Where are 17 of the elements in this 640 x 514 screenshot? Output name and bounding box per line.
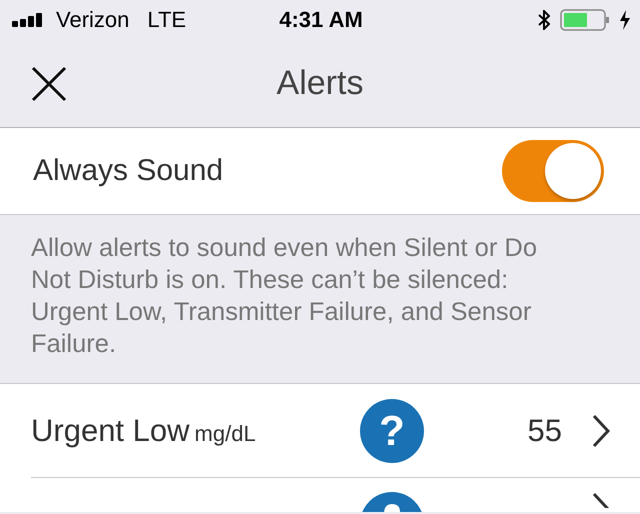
setting-label: Always Sound: [33, 154, 224, 188]
close-icon[interactable]: [31, 66, 67, 102]
charging-icon: [620, 10, 630, 30]
screen-title: Alerts: [276, 64, 364, 103]
bluetooth-icon: [538, 10, 550, 30]
carrier-name: Verizon: [56, 7, 130, 33]
description-text: Allow alerts to sound even when Silent or Do Not Disturb is on. These can’t be silenced: Urgent Low, Transmitter Failure, and Sensor Failure.: [31, 233, 538, 360]
network-type: LTE: [147, 7, 186, 33]
unit-label: mg/dL: [194, 420, 256, 446]
help-button[interactable]: ?: [360, 398, 424, 462]
help-icon[interactable]: [360, 492, 424, 512]
chevron-icon[interactable]: [592, 414, 610, 448]
chevron-icon[interactable]: [592, 492, 610, 508]
threshold-value: 55: [526, 412, 562, 448]
alert-name: Urgent Low: [31, 412, 190, 448]
clock: 4:31 AM: [279, 7, 363, 33]
battery-icon: [560, 9, 610, 31]
